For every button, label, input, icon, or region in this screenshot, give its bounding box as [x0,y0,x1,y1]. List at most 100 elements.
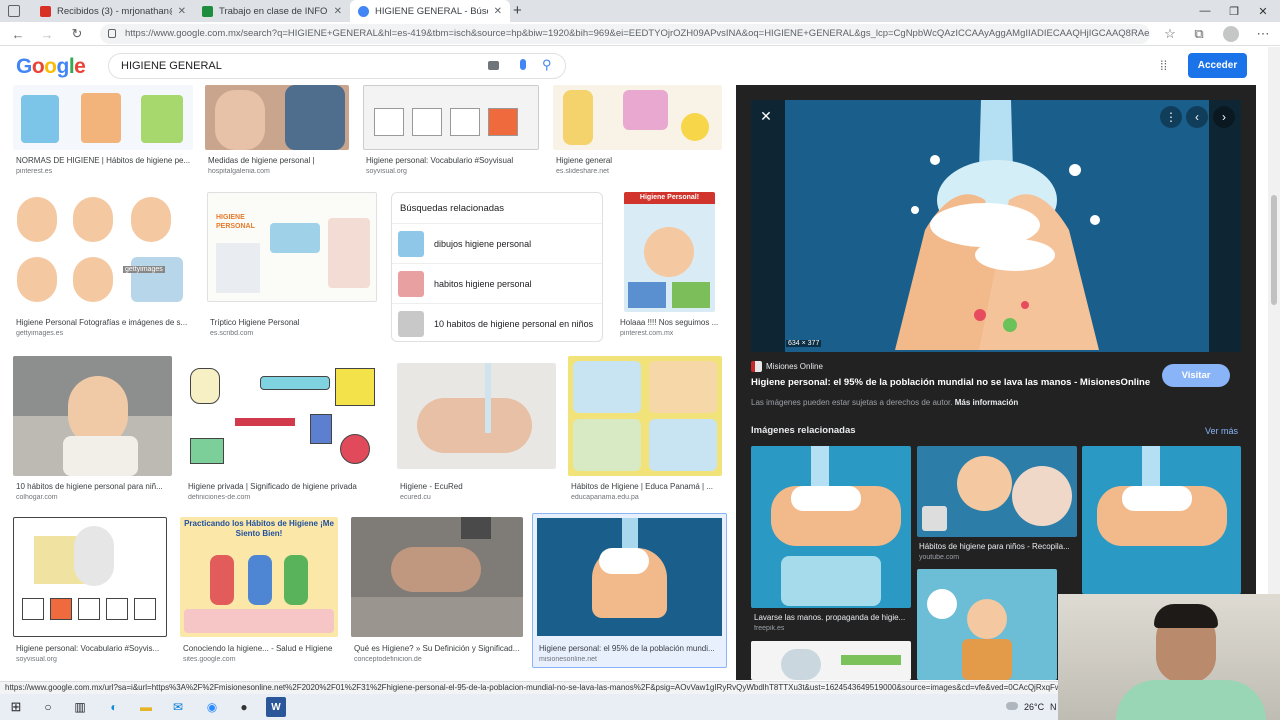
person-hair [1154,604,1218,628]
tab-gmail[interactable]: Recibidos (3) - mrjonathan@alfi ✕ [32,0,194,22]
microphone-icon[interactable] [520,59,526,70]
result-caption[interactable]: Higiene personal: Vocabulario #Soyvis... [16,644,166,653]
related-searches-card: Búsquedas relacionadas dibujos higiene p… [391,192,603,342]
start-icon[interactable]: ⊞ [6,697,26,717]
url-text: https://www.google.com.mx/search?q=HIGIE… [125,28,1150,39]
reload-icon[interactable]: ↻ [68,25,86,43]
search-icon[interactable]: ○ [38,697,58,717]
result-image[interactable] [13,517,167,637]
related-thumbnail [398,270,424,297]
result-image[interactable] [351,517,523,637]
preview-image[interactable] [785,100,1209,352]
result-caption[interactable]: Higiene - EcuRed [400,482,555,491]
result-image[interactable] [397,363,556,469]
related-search-item[interactable]: habitos higiene personal [392,263,602,303]
weather-temperature[interactable]: 26°C [1024,702,1044,712]
result-caption[interactable]: Higiene general [556,156,722,165]
result-caption[interactable]: NORMAS DE HIGIENE | Hábitos de higiene p… [16,156,194,165]
related-image-caption[interactable]: Lavarse las manos. propaganda de higie..… [754,613,910,622]
related-image[interactable] [917,446,1077,537]
result-image[interactable] [553,85,722,150]
gmail-icon [40,5,51,17]
bookmark-star-icon[interactable]: ☆ [1161,25,1179,43]
classroom-icon [202,5,213,17]
result-source: definiciones-de.com [188,494,251,501]
camera-icon[interactable] [488,61,499,70]
edge-icon[interactable]: ◐ [104,697,124,717]
file-explorer-icon[interactable]: ▬ [136,697,156,717]
next-icon[interactable]: › [1213,106,1235,128]
result-image[interactable]: Practicando los Hábitos de Higiene ¡Me S… [180,517,338,637]
related-image-source: youtube.com [919,554,960,561]
related-image[interactable] [917,569,1057,680]
close-window-button[interactable]: ✕ [1246,0,1280,22]
related-image-caption[interactable]: Hábitos de higiene para niños - Recopila… [919,542,1075,551]
more-options-icon[interactable]: ⋮ [1160,106,1182,128]
close-icon[interactable]: ✕ [334,6,342,17]
address-bar[interactable]: https://www.google.com.mx/search?q=HIGIE… [100,24,1150,44]
result-image[interactable] [363,85,539,150]
task-view-icon[interactable]: ▥ [70,697,90,717]
result-caption[interactable]: 10 hábitos de higiene personal para niñ.… [16,482,172,491]
page-scrollbar[interactable] [1268,47,1280,680]
preview-title[interactable]: Higiene personal: el 95% de la población… [751,377,1151,388]
related-image-source: freepik.es [754,625,785,632]
forward-icon[interactable]: → [38,25,56,43]
profile-avatar[interactable] [1223,26,1239,42]
result-image[interactable] [568,356,722,476]
result-caption[interactable]: Higiene personal: el 95% de la población… [539,644,719,653]
scrollbar-thumb[interactable] [1271,195,1277,305]
result-caption[interactable]: Higiene personal: Vocabulario #Soyvisual [366,156,542,165]
close-icon[interactable]: ✕ [494,6,502,17]
related-search-item[interactable]: dibujos higiene personal [392,223,602,263]
result-caption[interactable]: Medidas de higiene personal | [208,156,348,165]
visit-button[interactable]: Visitar [1162,364,1230,387]
result-caption[interactable]: Higiene Personal Fotografías e imágenes … [16,318,192,327]
copyright-note: Las imágenes pueden estar sujetas a dere… [751,398,1018,407]
result-image[interactable] [13,356,172,476]
more-info-link[interactable]: Más información [955,398,1019,407]
apps-grid-icon[interactable]: ⁞⁞ [1160,58,1167,73]
previous-icon[interactable]: ‹ [1186,106,1208,128]
related-image[interactable] [751,641,911,680]
tab-classroom[interactable]: Trabajo en clase de INFORMÁTIC ✕ [194,0,350,22]
tab-actions-icon[interactable] [8,5,20,17]
related-image[interactable] [1082,446,1241,594]
related-image[interactable] [751,446,911,608]
result-caption[interactable]: Holaaa !!!! Nos seguimos ... [620,318,720,327]
related-search-item[interactable]: 10 habitos de higiene personal en niños [392,303,602,343]
sign-in-button[interactable]: Acceder [1188,53,1247,78]
navigation-bar: ← → ↻ https://www.google.com.mx/search?q… [0,22,1280,46]
result-image[interactable]: gettyimages [13,192,193,312]
site-name[interactable]: Misiones Online [766,362,823,371]
google-logo[interactable]: Google [16,55,86,79]
related-search-label: 10 habitos de higiene personal en niños [434,318,594,329]
image-size-label: 634 × 377 [786,340,822,347]
see-more-link[interactable]: Ver más [1205,426,1238,436]
result-caption[interactable]: Qué es Higiene? » Su Definición y Signif… [354,644,522,653]
weather-suffix: N [1050,702,1057,712]
result-caption[interactable]: Higiene privada | Significado de higiene… [188,482,383,491]
word-icon[interactable]: W [266,697,286,717]
search-icon[interactable]: ⚲ [542,57,552,73]
result-caption[interactable]: Hábitos de Higiene | Educa Panamá | ... [571,482,721,491]
collections-icon[interactable]: ⧉ [1190,25,1208,43]
result-image[interactable]: HIGIENE PERSONAL [207,192,377,302]
result-source: colhogar.com [16,494,58,501]
close-icon[interactable]: ✕ [178,6,186,17]
result-image[interactable] [205,85,349,150]
menu-dots-icon[interactable]: ⋯ [1254,25,1272,43]
result-caption[interactable]: Conociendo la higiene... - Salud e Higie… [183,644,341,653]
result-image[interactable]: Higiene Personal! [624,192,715,312]
result-image[interactable] [185,356,383,476]
tab-label: HIGIENE GENERAL - Búsqueda d [375,5,488,17]
back-icon[interactable]: ← [9,25,27,43]
tab-search[interactable]: HIGIENE GENERAL - Búsqueda d ✕ [350,0,510,22]
result-caption[interactable]: Tríptico Higiene Personal [210,318,376,327]
mail-icon[interactable]: ✉ [168,697,188,717]
obs-icon[interactable]: ● [234,697,254,717]
new-tab-button[interactable]: + [513,2,522,19]
close-icon[interactable]: ✕ [755,105,777,127]
zoom-icon[interactable]: ◉ [202,697,222,717]
result-image[interactable] [13,85,193,150]
